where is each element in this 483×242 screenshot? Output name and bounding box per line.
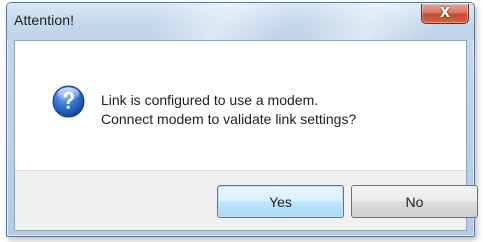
- dialog-client-area: Link is configured to use a modem. Conne…: [14, 40, 478, 231]
- close-icon: X: [439, 6, 451, 21]
- glass-streak: [143, 3, 291, 40]
- glass-streak: [293, 3, 441, 40]
- yes-button[interactable]: Yes: [217, 185, 344, 218]
- screen: Attention! X Link is configured to use a…: [0, 0, 483, 242]
- window-title: Attention!: [14, 12, 75, 28]
- question-icon: [52, 85, 85, 118]
- attention-dialog: Attention! X Link is configured to use a…: [6, 2, 478, 237]
- title-bar[interactable]: Attention! X: [7, 3, 474, 40]
- no-button[interactable]: No: [351, 185, 478, 218]
- close-button[interactable]: X: [421, 4, 469, 24]
- message-line-1: Link is configured to use a modem.: [101, 92, 319, 108]
- dialog-message: Link is configured to use a modem. Conne…: [101, 91, 356, 129]
- message-line-2: Connect modem to validate link settings?: [101, 111, 357, 127]
- message-area: Link is configured to use a modem. Conne…: [15, 41, 466, 170]
- button-bar: Yes No: [15, 170, 478, 230]
